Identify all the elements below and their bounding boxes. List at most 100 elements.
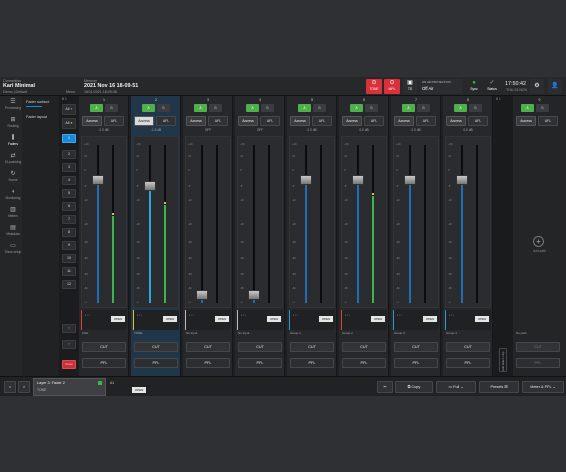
strip-b-button[interactable]: B [536, 104, 549, 112]
access-button[interactable]: Access [446, 116, 466, 126]
memory-title[interactable]: 2021 Nov 16 18-09-51 [84, 83, 138, 89]
pfl-button[interactable]: PFL [290, 358, 334, 368]
open-button[interactable]: OPEN [423, 316, 437, 322]
ts-button[interactable]: ▣ TS [403, 79, 417, 94]
strip-a-button[interactable]: A [454, 104, 467, 112]
bank-button-4[interactable]: 4 [62, 176, 76, 185]
user-button[interactable]: 👤 [548, 79, 562, 94]
afl-button[interactable]: AFL [538, 116, 558, 126]
add-path-icon[interactable]: + [533, 236, 544, 247]
bank-button-9[interactable]: 9 [62, 241, 76, 250]
settings-button[interactable]: ⚙ [530, 79, 544, 94]
pfl-button[interactable]: PFL [516, 358, 560, 368]
afl-button[interactable]: AFL [468, 116, 488, 126]
open-button[interactable]: OPEN [215, 316, 229, 322]
fader-strip[interactable]: 2 A B Access AFL -1.5 dB +10 +5 0 -5 -10 -20 -30 -40 -… [131, 96, 181, 376]
cut-button[interactable]: CUT [516, 342, 560, 352]
open-button[interactable]: OPEN [111, 316, 125, 322]
scroll-right-button[interactable]: › [62, 340, 76, 349]
tone-button[interactable]: ⊙ TONE [366, 79, 382, 94]
pfl-button[interactable]: PFL [394, 358, 438, 368]
add-strip-button[interactable]: Add faders strip [499, 348, 507, 372]
bank-button-8[interactable]: 8 [62, 228, 76, 237]
fader-knob[interactable] [144, 181, 156, 191]
strip-a-button[interactable]: A [194, 104, 207, 112]
fader-knob[interactable] [404, 175, 416, 185]
cut-button[interactable]: CUT [394, 342, 438, 352]
scroll-left-button[interactable]: ‹ [62, 324, 76, 333]
fader-knob[interactable] [92, 175, 104, 185]
fader-area[interactable]: +10 +5 0 -5 -10 -20 -30 -40 -50 -60 -∞ [133, 136, 179, 308]
access-button[interactable]: Access [134, 116, 154, 126]
strip-b-button[interactable]: B [417, 104, 430, 112]
next-layer-button[interactable]: > [18, 381, 30, 393]
afl-button[interactable]: AFL [156, 116, 176, 126]
strip-b-button[interactable]: B [105, 104, 118, 112]
onair-panel[interactable]: ON AIR PROTECTION Off Air [420, 79, 462, 94]
cut-button[interactable]: CUT [186, 342, 230, 352]
fader-strip[interactable]: 7 A B Access AFL 0.0 dB +10 +5 0 -5 -10 -20 -30 -40 -5… [391, 96, 441, 376]
strip-b-button[interactable]: B [261, 104, 274, 112]
cut-button[interactable]: CUT [82, 342, 126, 352]
fader-strip[interactable]: 6 A B Access AFL 0.0 dB +10 +5 0 -5 -10 -20 -30 -40 -5… [339, 96, 389, 376]
bank-button-12[interactable]: 12 [62, 280, 76, 289]
afl-button[interactable]: AFL [260, 116, 280, 126]
bank-button-1[interactable]: 1 [62, 134, 76, 143]
access-button[interactable]: Access [186, 116, 206, 126]
subpanel-fader-surface[interactable]: Fader surface [26, 100, 49, 104]
pfl-button[interactable]: PFL [82, 358, 126, 368]
fader-strip[interactable]: 5 A B Access AFL 0.0 dB +10 +5 0 -5 -10 -20 -30 -40 -5… [287, 96, 337, 376]
open-button[interactable]: OPEN [267, 316, 281, 322]
user-name[interactable]: Karl Minimal [3, 83, 35, 89]
layer-selector[interactable]: Layer 3: Fader 2 TONE [33, 378, 106, 396]
cut-button[interactable]: CUT [290, 342, 334, 352]
access-button[interactable]: Access [290, 116, 310, 126]
fader-area[interactable]: +10 +5 0 -5 -10 -20 -30 -40 -50 -60 -∞ [289, 136, 335, 308]
fader-strip[interactable]: 3 A B Access AFL OFF +10 +5 0 -5 -10 -20 -30 -40 -50 -6… [183, 96, 233, 376]
menu-button[interactable]: Menu [66, 90, 75, 94]
strip-a-button[interactable]: A [298, 104, 311, 112]
fader-area[interactable]: +10 +5 0 -5 -10 -20 -30 -40 -50 -60 -∞ [237, 136, 283, 308]
strip-b-button[interactable]: B [469, 104, 482, 112]
open-button[interactable]: OPEN [475, 316, 489, 322]
fader-area[interactable]: +10 +5 0 -5 -10 -20 -30 -40 -50 -60 -∞ [341, 136, 387, 308]
bank-button-7[interactable]: 7 [62, 215, 76, 224]
pfl-button[interactable]: PFL [446, 358, 490, 368]
strip-a-button[interactable]: A [142, 104, 155, 112]
strip-b-button[interactable]: B [313, 104, 326, 112]
fader-area[interactable]: +10 +5 0 -5 -10 -20 -30 -40 -50 -60 -∞ [185, 136, 231, 308]
bank-button-6[interactable]: 6 [62, 202, 76, 211]
meter-pfl-button[interactable]: Meter & PFL ⌄ [522, 381, 564, 393]
open-button[interactable]: OPEN [371, 316, 385, 322]
fader-knob[interactable] [248, 290, 260, 300]
subpanel-fader-layout[interactable]: Fader layout [26, 115, 47, 119]
pfl-button[interactable]: PFL [186, 358, 230, 368]
fader-knob[interactable] [300, 175, 312, 185]
strip-b-button[interactable]: B [209, 104, 222, 112]
fader-strip[interactable]: 8 A B Access AFL 0.0 dB +10 +5 0 -5 -10 -20 -30 -40 -5… [443, 96, 493, 376]
pfl-button[interactable]: PFL [238, 358, 282, 368]
strip-a-button[interactable]: A [521, 104, 534, 112]
access-button[interactable]: Access [516, 116, 536, 126]
bank-button-10[interactable]: 10 [62, 254, 76, 263]
tools-button[interactable]: ✂ [377, 381, 393, 393]
fader-knob[interactable] [352, 175, 364, 185]
cut-button[interactable]: CUT [134, 342, 178, 352]
bank-button-5[interactable]: 5 [62, 189, 76, 198]
strip-a-button[interactable]: A [402, 104, 415, 112]
prev-layer-button[interactable]: < [4, 381, 16, 393]
fader-area[interactable]: +10 +5 0 -5 -10 -20 -30 -40 -50 -60 -∞ [81, 136, 127, 308]
cut-button[interactable]: CUT [446, 342, 490, 352]
afl-button[interactable]: AFL [208, 116, 228, 126]
bank-button-2[interactable]: 2 [62, 150, 76, 159]
fader-knob[interactable] [456, 175, 468, 185]
fader-knob[interactable] [196, 290, 208, 300]
afl-button[interactable]: AFL [416, 116, 436, 126]
copy-button[interactable]: ⧉ Copy [395, 381, 433, 393]
fader-area[interactable]: +10 +5 0 -5 -10 -20 -30 -40 -50 -60 -∞ [393, 136, 439, 308]
fader-strip[interactable]: 4 A B Access AFL OFF +10 +5 0 -5 -10 -20 -30 -40 -50 -6… [235, 96, 285, 376]
cut-button[interactable]: CUT [342, 342, 386, 352]
fader-strip[interactable]: 1 A B Access AFL 0.0 dB +10 +5 0 -5 -10 -20 -30 -40 -5… [79, 96, 129, 376]
layer-open-button[interactable]: OPEN [132, 387, 146, 393]
sync-indicator[interactable]: ● Sync [466, 79, 482, 94]
